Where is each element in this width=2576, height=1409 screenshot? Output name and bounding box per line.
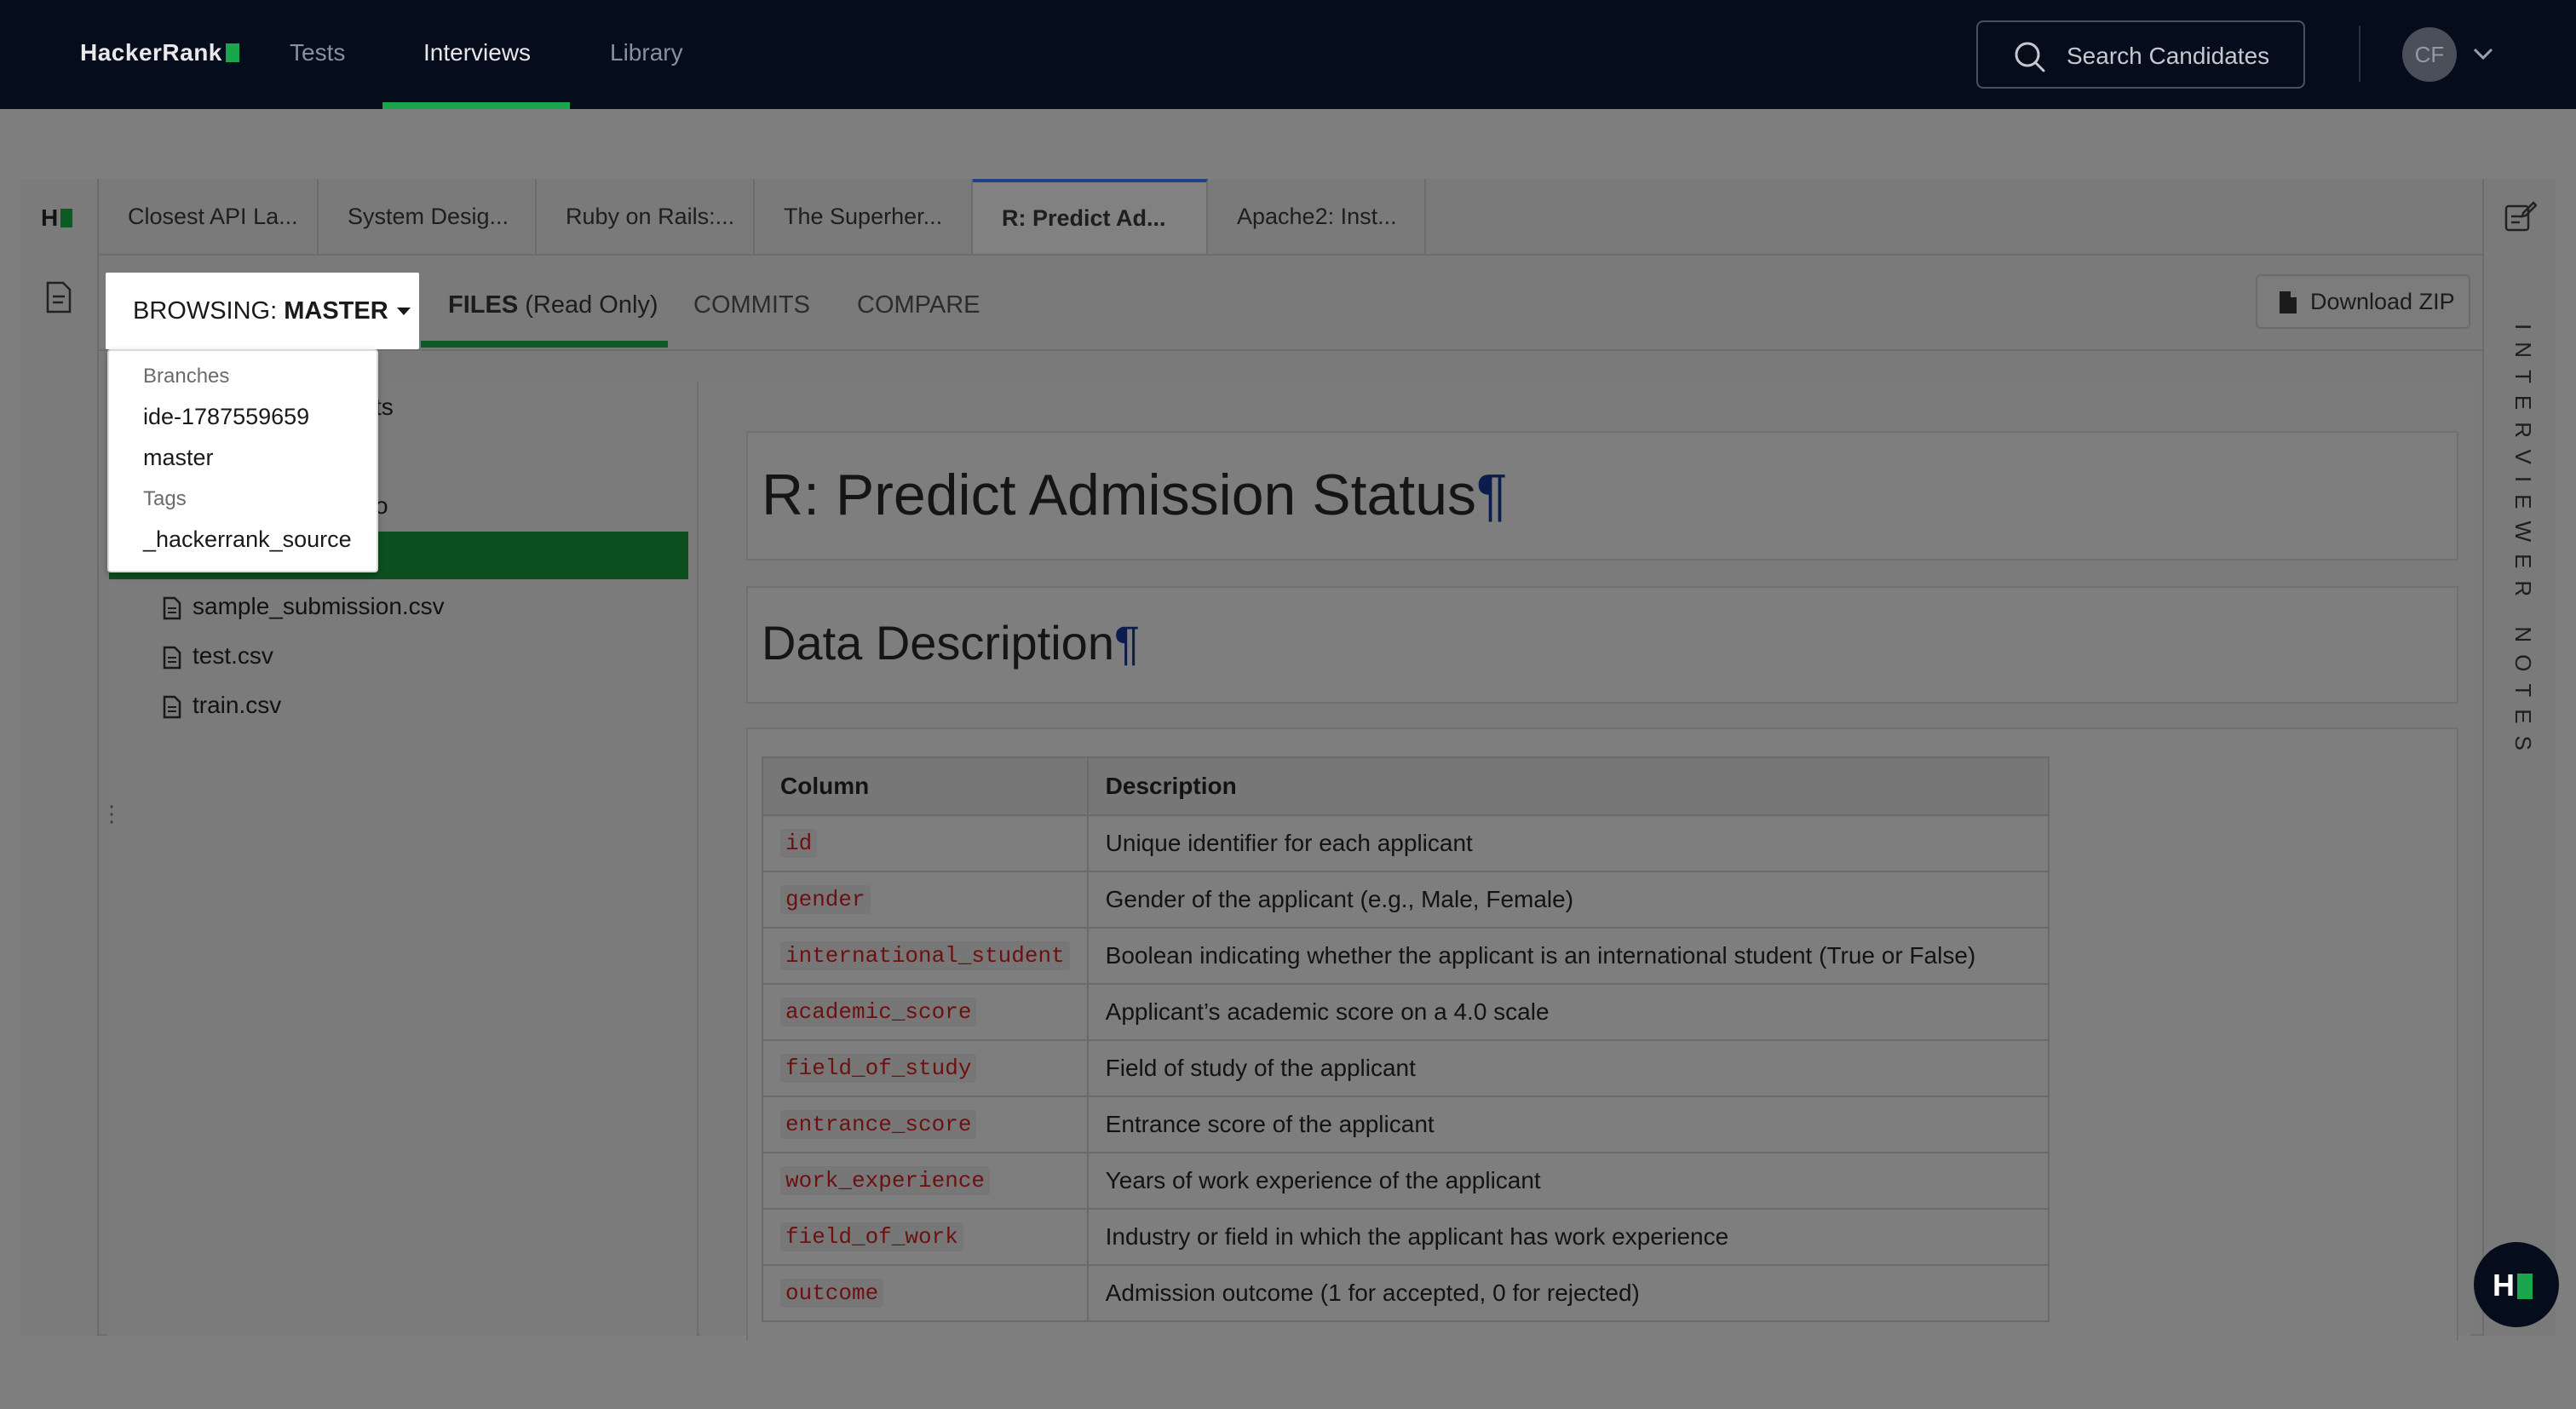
tab-commits[interactable]: COMMITS [693,291,810,319]
edit-notes-icon[interactable] [2503,199,2537,233]
column-name: id [762,814,1089,872]
tag-option-hackerrank-source[interactable]: _hackerrank_source [143,526,352,553]
file-icon [163,646,181,670]
column-description: Gender of the applicant (e.g., Male, Fem… [1086,871,2050,929]
column-description: Years of work experience of the applican… [1086,1152,2050,1210]
pilcrow-anchor[interactable]: ¶ [1114,616,1140,670]
browsing-branch: MASTER [284,297,388,325]
column-name: work_experience [762,1152,1089,1210]
file-icon [163,596,181,620]
table-row: international_student Boolean indicating … [762,927,2050,985]
column-description: Industry or field in which the applicant… [1086,1208,2050,1266]
column-description: Applicant’s academic score on a 4.0 scal… [1086,983,2050,1041]
tab-files[interactable]: FILES (Read Only) [448,291,658,319]
column-name: field_of_work [762,1208,1089,1266]
nav-library[interactable]: Library [610,39,683,66]
column-name: outcome [762,1264,1089,1322]
file-icon [163,695,181,719]
data-description-table: Column Description id Unique identifier f… [762,756,2050,1322]
pilcrow-anchor[interactable]: ¶ [1476,463,1508,527]
user-avatar[interactable]: CF [2402,27,2457,82]
hackerrank-logo[interactable]: HackerRank [80,39,239,66]
hackerrank-assistant-button[interactable]: H [2474,1242,2559,1327]
column-name: entrance_score [762,1096,1089,1153]
logo-square-icon [60,209,73,227]
branch-selector-button[interactable]: BROWSING: MASTER [106,273,419,349]
top-navigation-bar: HackerRank Tests Interviews Library Sear… [0,0,2576,109]
table-row: work_experience Years of work experience … [762,1152,2050,1210]
search-candidates-button[interactable]: Search Candidates [1976,20,2305,89]
panel-resize-handle[interactable]: ⋮ [101,801,123,827]
column-name: gender [762,871,1089,929]
tab-ruby-on-rails[interactable]: Ruby on Rails:... [537,179,755,254]
nav-tests[interactable]: Tests [290,39,345,66]
column-description: Field of study of the applicant [1086,1039,2050,1097]
tab-system-design[interactable]: System Desig... [319,179,537,254]
files-tab-indicator [421,341,668,348]
branches-header: Branches [143,365,230,388]
readme-title: R: Predict Admission Status¶ [762,463,1508,527]
section-heading: Data Description¶ [762,616,1141,670]
column-description: Entrance score of the applicant [1086,1096,2050,1153]
tab-r-predict-admission[interactable]: R: Predict Ad... [973,179,1208,254]
search-candidates-label: Search Candidates [2067,43,2270,69]
search-icon [2015,42,2045,72]
table-header: Column [762,756,1089,816]
document-icon[interactable] [44,281,73,313]
interviewer-notes-rail[interactable]: INTERVIEWER NOTES [2482,179,2556,1336]
download-zip-button[interactable]: Download ZIP [2256,274,2470,329]
column-description: Boolean indicating whether the applicant… [1086,927,2050,985]
logo-square-icon [2517,1274,2533,1299]
tab-compare[interactable]: COMPARE [857,291,980,319]
tab-closest-api[interactable]: Closest API La... [99,179,319,254]
table-header: Description [1086,756,2050,816]
rail-logo[interactable]: H [41,204,73,232]
column-name: field_of_study [762,1039,1089,1097]
table-header-row: Column Description [762,756,2050,816]
column-name: academic_score [762,983,1089,1041]
download-zip-label: Download ZIP [2310,289,2455,314]
column-description: Admission outcome (1 for accepted, 0 for… [1086,1264,2050,1322]
nav-interviews[interactable]: Interviews [423,39,531,66]
browsing-prefix: BROWSING: [133,297,278,325]
branch-option-ide[interactable]: ide-1787559659 [143,404,309,430]
left-rail: H [20,179,99,1336]
table-row: field_of_study Field of study of the appl… [762,1039,2050,1097]
file-icon [2280,291,2297,313]
column-description: Unique identifier for each applicant [1086,814,2050,872]
table-row: gender Gender of the applicant (e.g., Mal… [762,871,2050,929]
tags-header: Tags [143,487,187,510]
branch-option-master[interactable]: master [143,445,214,471]
logo-square-icon [225,43,239,62]
fab-logo: H [2493,1268,2533,1303]
active-nav-indicator [382,102,570,109]
tab-apache2[interactable]: Apache2: Inst... [1208,179,1426,254]
nav-divider [2359,26,2360,82]
table-row: field_of_work Industry or field in which … [762,1208,2050,1266]
table-row: entrance_score Entrance score of the appl… [762,1096,2050,1153]
tab-the-superhero[interactable]: The Superher... [755,179,973,254]
table-row: academic_score Applicant’s academic score… [762,983,2050,1041]
interviewer-notes-label[interactable]: INTERVIEWER NOTES [2510,324,2536,762]
table-row: id Unique identifier for each applicant [762,814,2050,872]
caret-down-icon [396,308,411,315]
column-name: international_student [762,927,1089,985]
question-tabs: Closest API La... System Desig... Ruby o… [99,179,2482,256]
table-row: outcome Admission outcome (1 for accepted… [762,1264,2050,1322]
chevron-down-icon[interactable] [2470,41,2496,66]
branch-dropdown-menu: Branches ide-1787559659 master Tags _hac… [107,349,378,572]
